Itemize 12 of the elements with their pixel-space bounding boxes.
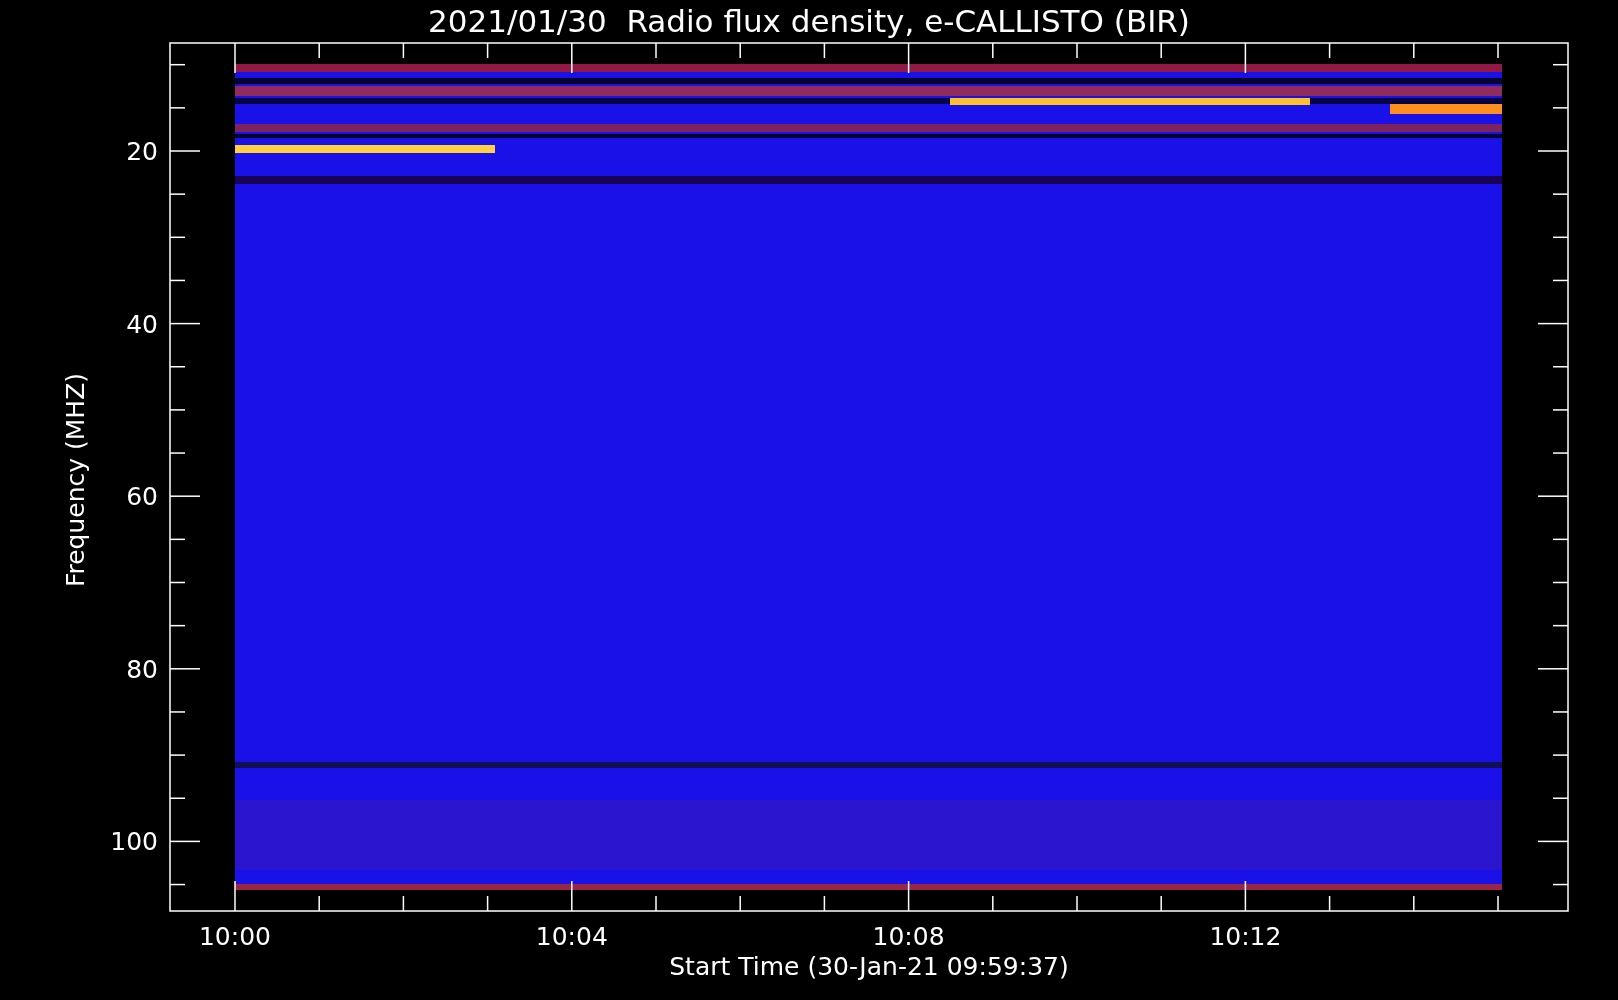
y-tick-label: 100 [110, 827, 158, 857]
y-axis-label: Frequency (MHZ) [61, 372, 90, 588]
y-tick-label: 80 [126, 654, 158, 684]
x-tick-label: 10:12 [1209, 922, 1282, 951]
y-tick-label: 40 [126, 309, 158, 339]
chart-title: 2021/01/30 Radio flux density, e-CALLISTO (BIR) [428, 3, 1190, 39]
x-axis-label: Start Time (30-Jan-21 09:59:37) [669, 952, 1069, 981]
x-tick-label: 10:00 [199, 922, 271, 951]
x-tick-label: 10:04 [535, 922, 608, 951]
y-tick-label: 60 [126, 482, 158, 512]
x-tick-label: 10:08 [872, 922, 945, 951]
y-tick-label: 20 [126, 137, 158, 166]
